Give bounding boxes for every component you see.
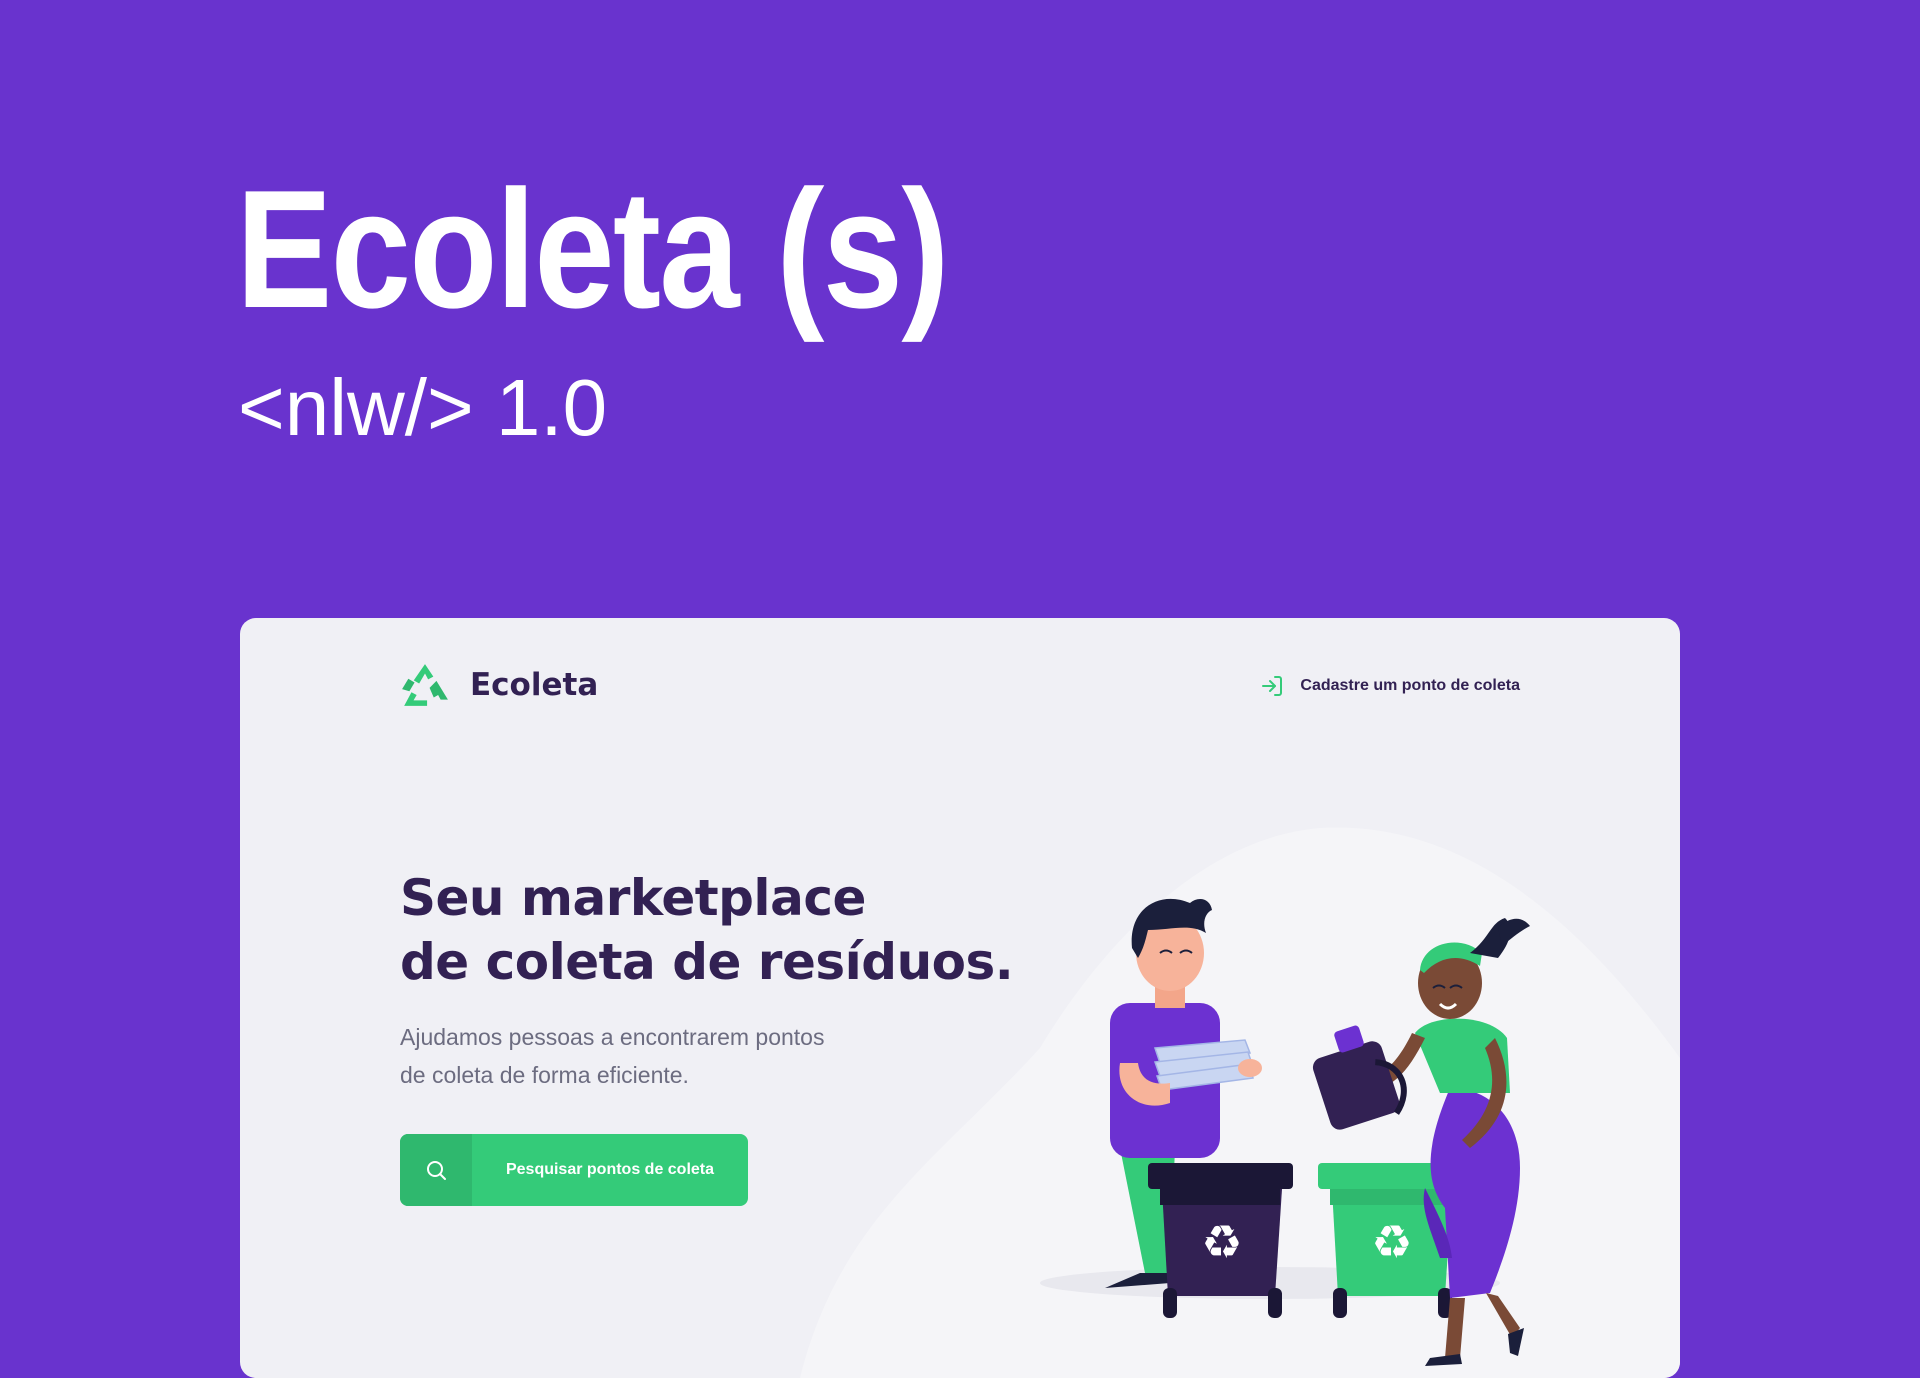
logo-text: Ecoleta — [470, 667, 599, 703]
search-points-button[interactable]: Pesquisar pontos de coleta — [400, 1134, 748, 1206]
app-preview-card: Ecoleta Cadastre um ponto de coleta Seu … — [240, 618, 1680, 1378]
hero-headline-line-2: de coleta de resíduos. — [400, 933, 1014, 991]
recycling-people-illustration: ♻ ♻ — [1040, 898, 1530, 1366]
search-icon-box — [400, 1134, 472, 1206]
logo[interactable]: Ecoleta — [400, 662, 598, 708]
hero-description-line-1: Ajudamos pessoas a encontrarem pontos — [400, 1024, 825, 1050]
log-in-icon — [1262, 676, 1283, 696]
search-icon — [427, 1161, 446, 1180]
hero-headline: Seu marketplace de coleta de resíduos. — [400, 866, 1020, 994]
banner-subtitle: <nlw/> 1.0 — [238, 363, 608, 452]
banner-title: Ecoleta (s) — [236, 155, 949, 343]
hero-headline-line-1: Seu marketplace — [400, 869, 866, 927]
register-point-link[interactable]: Cadastre um ponto de coleta — [1260, 674, 1520, 698]
svg-text:♻: ♻ — [1201, 1215, 1242, 1269]
recycle-icon — [402, 664, 448, 706]
register-point-label: Cadastre um ponto de coleta — [1300, 677, 1520, 694]
svg-text:♻: ♻ — [1371, 1215, 1412, 1269]
hero-description-line-2: de coleta de forma eficiente. — [400, 1062, 689, 1088]
hero-description: Ajudamos pessoas a encontrarem pontos de… — [400, 1018, 824, 1094]
search-points-label: Pesquisar pontos de coleta — [505, 1161, 715, 1178]
